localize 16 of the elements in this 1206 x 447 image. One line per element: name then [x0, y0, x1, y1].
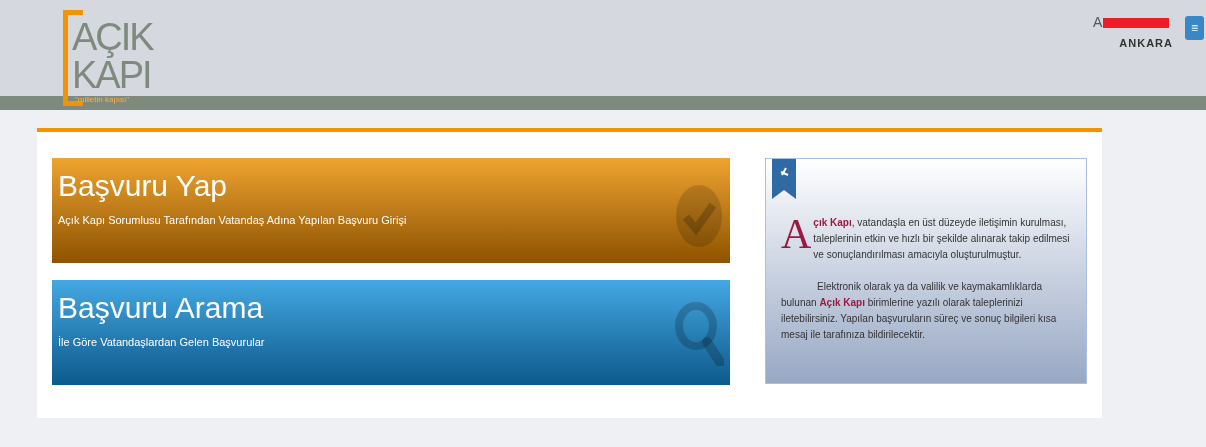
check-icon — [676, 185, 722, 247]
menu-button[interactable]: ≡ — [1185, 16, 1204, 40]
tile-title: Başvuru Yap — [58, 168, 227, 204]
user-name: A — [1093, 13, 1103, 32]
action-tile[interactable]: Başvuru Yap Açık Kapı Sorumlusu Tarafından Vatandaş Adına Yapılan Başvuru Girişi — [52, 158, 730, 263]
drop-cap: A — [781, 217, 812, 251]
action-tile[interactable]: Başvuru Arama İle Göre Vatandaşlardan Gelen Başvurular — [52, 280, 730, 385]
tile-subtitle: Açık Kapı Sorumlusu Tarafından Vatandaş Adına Yapılan Başvuru Girişi — [58, 213, 407, 228]
user-city: ANKARA — [1119, 36, 1173, 51]
tile-title: Başvuru Arama — [58, 290, 264, 326]
logo-text: AÇIK — [72, 18, 153, 56]
logo-tagline: "milletin kapısı" — [75, 95, 130, 105]
bookmark-ribbon — [772, 159, 796, 199]
search-icon — [674, 302, 724, 366]
tile-subtitle: İle Göre Vatandaşlardan Gelen Başvurular — [58, 335, 265, 350]
info-paragraph: Elektronik olarak ya da valilik ve kaymakamlıklarda bulunan Açık Kapı birimlerine yazılı olarak taleplerinizi iletebilirsiniz. Yapılan başvuruların süreç ve sonuç bilgileri kısa mesaj ile tarafınıza bildirilecektir. — [781, 280, 1058, 342]
